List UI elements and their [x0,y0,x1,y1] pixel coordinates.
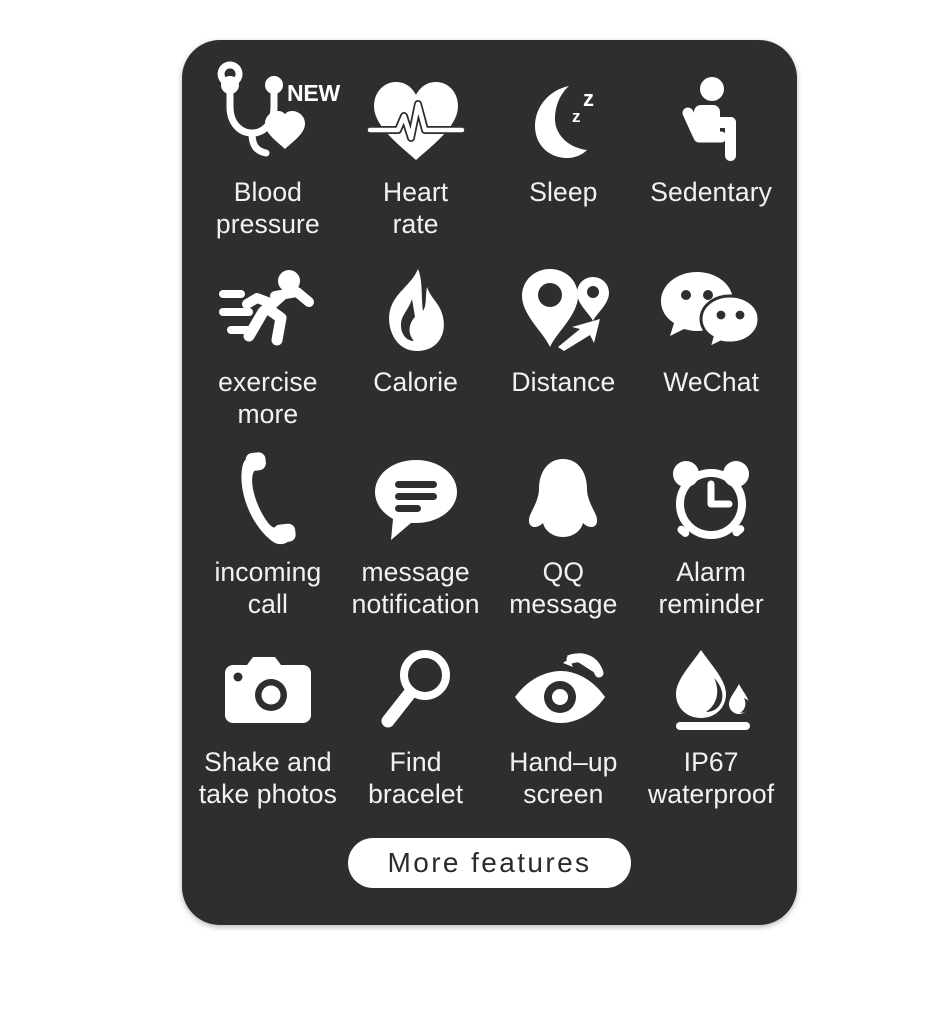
camera-icon [194,644,342,736]
phone-handset-icon [194,452,342,546]
feature-label: Sleep [529,177,598,207]
feature-item-message-notification[interactable]: message notification [342,454,490,644]
feature-label: Hand–up screen [509,747,618,809]
wechat-bubbles-icon [637,264,785,356]
feature-label: exercise more [218,367,318,429]
feature-label: incoming call [214,557,322,619]
qq-penguin-icon [490,454,638,546]
feature-item-sleep[interactable]: z z Sleep [490,74,638,264]
feature-item-alarm-reminder[interactable]: Alarm reminder [637,454,785,644]
feature-label: WeChat [663,367,760,397]
svg-text:z: z [583,86,594,111]
feature-label: QQ message [509,557,618,619]
speech-bubble-lines-icon [342,454,490,546]
feature-item-hand-up-screen[interactable]: Hand–up screen [490,644,638,834]
eye-arrow-icon [490,644,638,736]
feature-label: Find bracelet [368,747,464,809]
feature-item-qq-message[interactable]: QQ message [490,454,638,644]
feature-item-sedentary[interactable]: Sedentary [637,74,785,264]
feature-item-exercise-more[interactable]: exercise more [194,264,342,454]
feature-label: Heart rate [382,177,449,239]
running-person-icon [194,264,342,356]
water-drop-icon [637,644,785,736]
magnifier-icon [342,644,490,736]
heart-ecg-icon [342,74,490,166]
alarm-clock-icon [637,454,785,546]
seated-person-icon [637,74,785,166]
feature-item-heart-rate[interactable]: Heart rate [342,74,490,264]
feature-item-ip67-waterproof[interactable]: IP67 waterproof [637,644,785,834]
stethoscope-heart-icon: NEW [194,61,342,166]
feature-item-distance[interactable]: Distance [490,264,638,454]
feature-label: Blood pressure [215,177,320,239]
more-features-button[interactable]: More features [347,838,632,888]
feature-label: message notification [351,557,480,619]
feature-label: Alarm reminder [658,557,764,619]
feature-label: Shake and take photos [198,747,337,809]
feature-item-find-bracelet[interactable]: Find bracelet [342,644,490,834]
feature-grid: NEW Blood pressure Heart rate z z Sleep … [182,61,797,834]
feature-item-shake-take-photos[interactable]: Shake and take photos [194,644,342,834]
feature-item-wechat[interactable]: WeChat [637,264,785,454]
new-badge: NEW [287,80,341,106]
feature-label: Sedentary [650,177,772,207]
flame-icon [342,264,490,356]
feature-label: Distance [511,367,616,397]
map-pins-route-icon [490,264,638,356]
moon-zzz-icon: z z [490,74,638,166]
feature-label: IP67 waterproof [648,747,775,809]
feature-item-incoming-call[interactable]: incoming call [194,452,342,644]
feature-label: Calorie [373,367,458,397]
feature-item-blood-pressure[interactable]: NEW Blood pressure [194,61,342,264]
feature-item-calorie[interactable]: Calorie [342,264,490,454]
svg-text:z: z [572,107,581,126]
feature-card: NEW Blood pressure Heart rate z z Sleep … [182,40,797,925]
